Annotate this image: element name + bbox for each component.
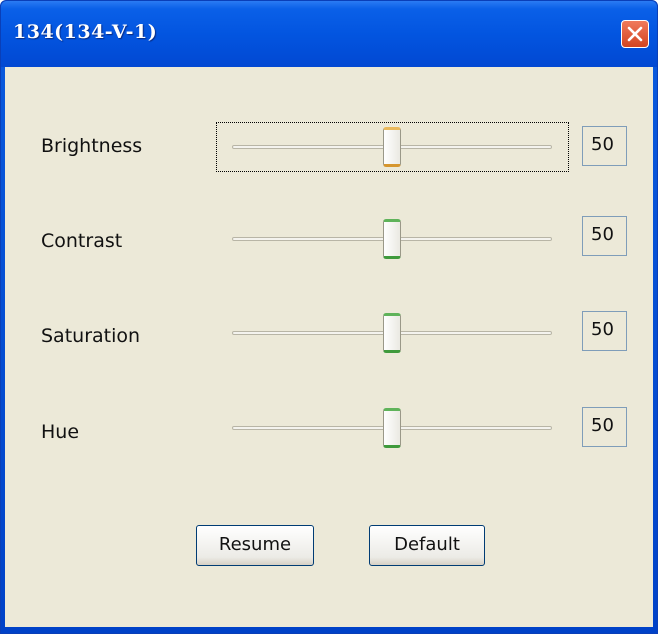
saturation-slider-thumb[interactable]: [383, 313, 401, 353]
contrast-label: Contrast: [41, 230, 123, 252]
brightness-value-field[interactable]: 50: [582, 126, 627, 166]
contrast-value-field[interactable]: 50: [582, 216, 627, 256]
saturation-value-field[interactable]: 50: [582, 311, 627, 351]
hue-value-field[interactable]: 50: [582, 407, 627, 447]
contrast-slider-thumb[interactable]: [383, 219, 401, 259]
close-button[interactable]: [621, 20, 649, 48]
hue-slider-track[interactable]: [232, 408, 552, 448]
adjust-dialog-window: 134(134-V-1) Brightness 50 Contrast 50 S…: [0, 0, 658, 634]
saturation-label: Saturation: [41, 325, 141, 347]
default-button[interactable]: Default: [369, 525, 485, 566]
dialog-client-area: Brightness 50 Contrast 50 Saturation 50 …: [5, 67, 653, 627]
title-bar[interactable]: 134(134-V-1): [1, 1, 657, 67]
contrast-slider-track[interactable]: [232, 219, 552, 259]
window-title: 134(134-V-1): [13, 21, 158, 43]
resume-button[interactable]: Resume: [196, 525, 314, 566]
saturation-slider-track[interactable]: [232, 313, 552, 353]
close-x-icon: [627, 26, 643, 42]
brightness-slider-thumb[interactable]: [383, 127, 401, 167]
hue-slider-thumb[interactable]: [383, 408, 401, 448]
hue-label: Hue: [41, 421, 80, 443]
brightness-slider-track[interactable]: [232, 127, 552, 167]
brightness-label: Brightness: [41, 135, 143, 157]
